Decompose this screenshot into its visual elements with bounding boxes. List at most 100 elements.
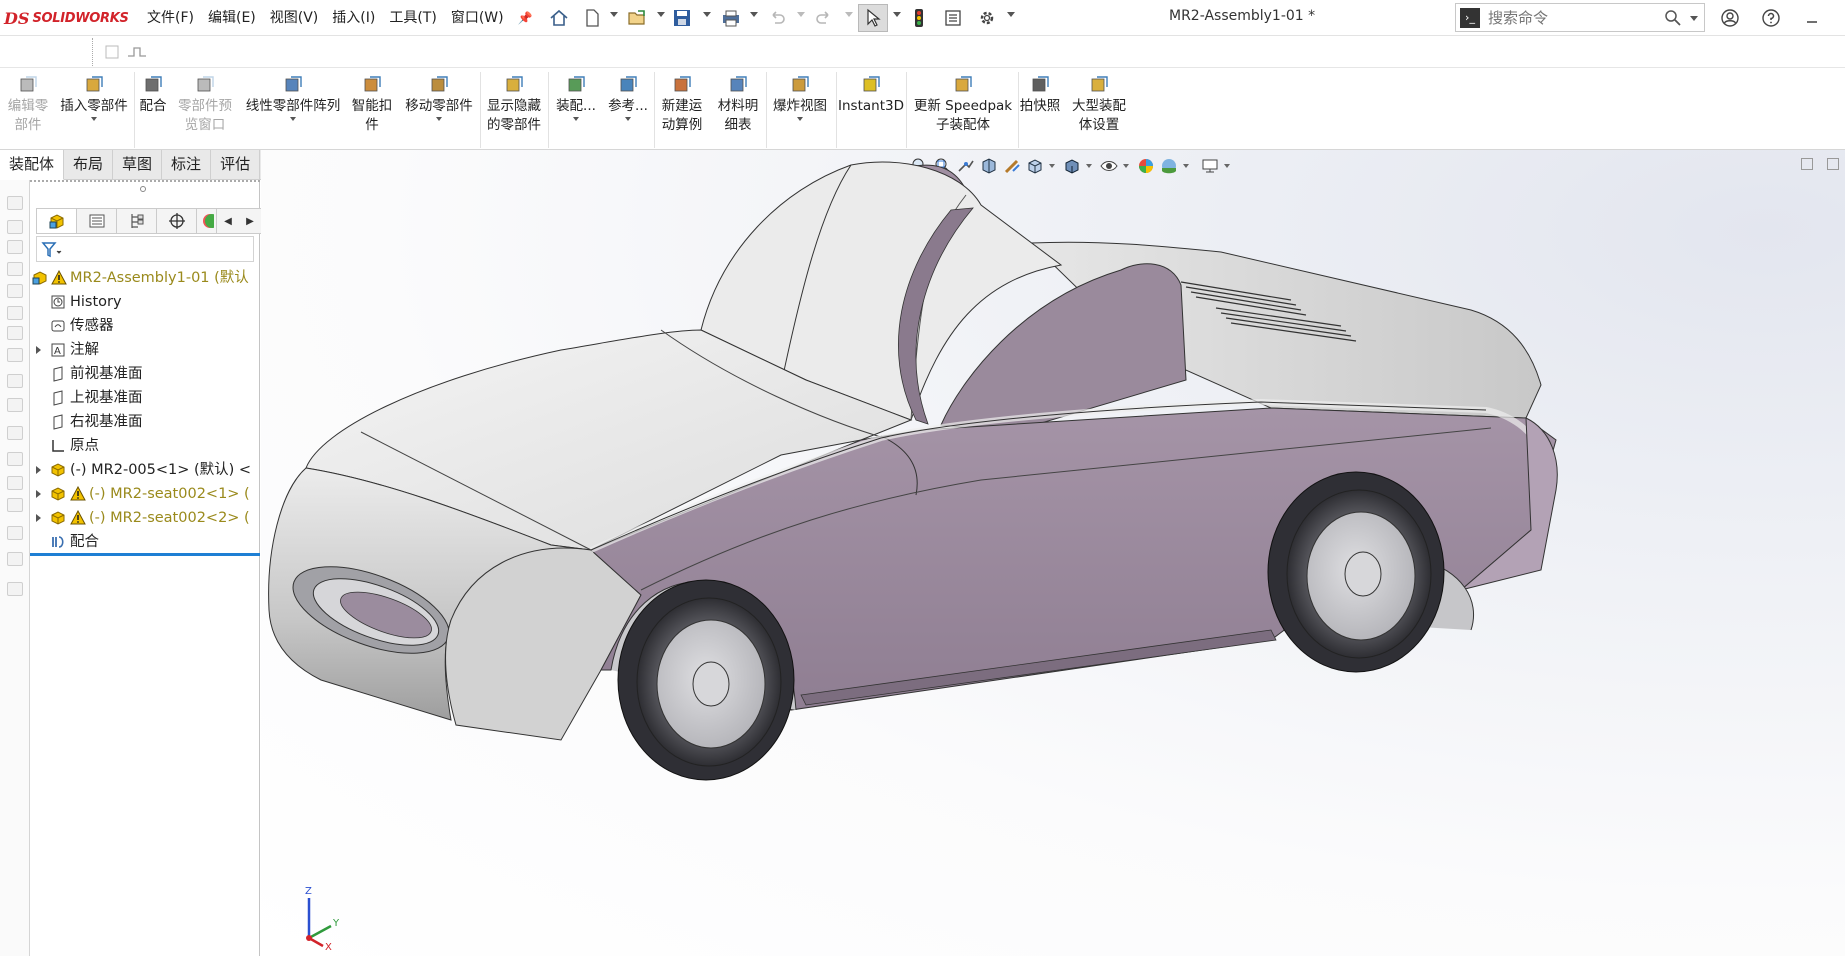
tab-3[interactable]: 标注 xyxy=(162,150,212,180)
print-button[interactable] xyxy=(718,4,744,32)
tabs-scroll-right[interactable]: ▶ xyxy=(239,209,261,233)
ribbon-button-bom[interactable]: 材料明 细表 xyxy=(712,74,764,135)
open-dropdown-caret[interactable] xyxy=(657,12,665,17)
tab-1[interactable]: 布局 xyxy=(64,150,114,180)
print-dropdown-caret[interactable] xyxy=(750,12,758,17)
ribbon-dropdown-caret[interactable] xyxy=(797,117,803,121)
tree-item[interactable]: 右视基准面 xyxy=(30,410,260,434)
ribbon-button-instant3d[interactable]: Instant3D xyxy=(838,74,904,116)
home-button[interactable] xyxy=(547,4,571,32)
sketch-tool-icon[interactable] xyxy=(7,220,23,234)
tab-dimxpert-manager[interactable] xyxy=(157,209,197,233)
new-document-button[interactable] xyxy=(580,4,604,32)
rebuild-button[interactable] xyxy=(908,4,930,32)
tree-filter[interactable] xyxy=(36,236,254,262)
redo-button[interactable] xyxy=(813,4,835,32)
sketch-tool-icon[interactable] xyxy=(7,582,23,596)
ribbon-dropdown-caret[interactable] xyxy=(436,117,442,121)
expand-arrow-icon[interactable] xyxy=(36,514,41,522)
sketch-tool-icon[interactable] xyxy=(7,306,23,320)
ribbon-button-motion-study[interactable]: 新建运 动算例 xyxy=(656,74,708,135)
sketch-tool-icon[interactable] xyxy=(7,284,23,298)
ribbon-dropdown-caret[interactable] xyxy=(290,117,296,121)
search-input[interactable] xyxy=(1488,8,1668,27)
tree-item[interactable]: 上视基准面 xyxy=(30,386,260,410)
save-button[interactable] xyxy=(670,4,694,32)
tree-item[interactable]: 原点 xyxy=(30,434,260,458)
tab-property-manager[interactable] xyxy=(77,209,117,233)
ribbon-button-linear-pattern[interactable]: 线性零部件阵列 xyxy=(240,74,346,121)
tab-display-manager[interactable] xyxy=(197,209,217,233)
tabs-scroll-left[interactable]: ◀ xyxy=(217,209,239,233)
ribbon-button-mate[interactable]: 配合 xyxy=(137,74,169,116)
menu-item[interactable]: 文件(F) xyxy=(140,0,201,36)
save-dropdown-caret[interactable] xyxy=(703,12,711,17)
menu-item[interactable]: 窗口(W) xyxy=(444,0,511,36)
ribbon-button-exploded-view[interactable]: 爆炸视图 xyxy=(766,74,834,121)
sketch-tool-icon[interactable] xyxy=(7,398,23,412)
tree-item[interactable]: 前视基准面 xyxy=(30,362,260,386)
search-icon[interactable] xyxy=(1664,9,1682,27)
sketch-tool-icon[interactable] xyxy=(7,374,23,388)
open-button[interactable] xyxy=(624,4,650,32)
sketch-tool-icon[interactable] xyxy=(7,196,23,210)
select-dropdown-caret[interactable] xyxy=(893,12,901,17)
tree-item[interactable]: 配合 xyxy=(30,530,260,554)
tree-root[interactable]: MR2-Assembly1-01 (默认 xyxy=(30,266,260,290)
ribbon-button-component-preview[interactable]: 零部件预 览窗口 xyxy=(174,74,236,135)
search-dropdown-caret[interactable] xyxy=(1690,16,1698,21)
sketch-tool-icon[interactable] xyxy=(7,348,23,362)
tree-item[interactable]: A 注解 xyxy=(30,338,260,362)
tree-item[interactable]: (-) MR2-005<1> (默认) < xyxy=(30,458,260,482)
ribbon-button-move-component[interactable]: 移动零部件 xyxy=(400,74,478,121)
sketch-tool-icon[interactable] xyxy=(7,526,23,540)
graphics-area[interactable]: Z Y X xyxy=(261,150,1845,956)
expand-arrow-icon[interactable] xyxy=(36,490,41,498)
solidworks-logo[interactable]: DS SOLIDWORKS xyxy=(4,6,129,30)
ribbon-dropdown-caret[interactable] xyxy=(573,117,579,121)
panel-grip-handle[interactable] xyxy=(140,186,146,192)
menu-item[interactable]: 工具(T) xyxy=(382,0,443,36)
expand-arrow-icon[interactable] xyxy=(36,346,41,354)
tree-item[interactable]: (-) MR2-seat002<1> ( xyxy=(30,482,260,506)
ribbon-button-large-assembly[interactable]: 大型装配 体设置 xyxy=(1066,74,1132,135)
ribbon-button-smart-fasteners[interactable]: 智能扣 件 xyxy=(348,74,396,135)
ribbon-dropdown-caret[interactable] xyxy=(625,117,631,121)
file-properties-button[interactable] xyxy=(941,4,965,32)
sketch-tool-icon[interactable] xyxy=(7,262,23,276)
pin-menu-icon[interactable]: 📌 xyxy=(511,0,540,36)
sketch-tool-icon[interactable] xyxy=(7,452,23,466)
undo-button[interactable] xyxy=(766,4,788,32)
ribbon-button-edit-component[interactable]: 编辑零 部件 xyxy=(4,74,52,135)
tree-item[interactable]: 传感器 xyxy=(30,314,260,338)
help-button[interactable] xyxy=(1759,4,1783,32)
ribbon-button-insert-components[interactable]: 插入零部件 xyxy=(56,74,132,121)
sketch-tool-icon[interactable] xyxy=(7,498,23,512)
options-button[interactable] xyxy=(975,4,999,32)
tab-configuration-manager[interactable] xyxy=(117,209,157,233)
tab-2[interactable]: 草图 xyxy=(113,150,163,180)
tab-0[interactable]: 装配体 xyxy=(0,150,65,180)
ribbon-button-assembly-features[interactable]: 装配... xyxy=(552,74,600,121)
account-button[interactable] xyxy=(1718,4,1742,32)
ribbon-button-show-hidden[interactable]: 显示隐藏 的零部件 xyxy=(482,74,546,135)
undo-dropdown-caret[interactable] xyxy=(797,12,805,17)
ribbon-button-snapshot[interactable]: 拍快照 xyxy=(1016,74,1064,116)
tree-item[interactable]: (-) MR2-seat002<2> ( xyxy=(30,506,260,530)
menu-item[interactable]: 编辑(E) xyxy=(201,0,263,36)
tab-4[interactable]: 评估 xyxy=(211,150,261,180)
search-box[interactable]: ›_ xyxy=(1455,3,1705,32)
tree-item[interactable]: History xyxy=(30,290,260,314)
car-assembly-model[interactable] xyxy=(261,150,1845,956)
sketch-tool-icon[interactable] xyxy=(7,426,23,440)
menu-item[interactable]: 视图(V) xyxy=(263,0,326,36)
sketch-tool-icon[interactable] xyxy=(7,326,23,340)
ribbon-button-reference-geometry[interactable]: 参考... xyxy=(604,74,652,121)
sketch-tool-icon[interactable] xyxy=(7,552,23,566)
menu-item[interactable]: 插入(I) xyxy=(325,0,382,36)
sketch-tool-icon[interactable] xyxy=(7,476,23,490)
ribbon-dropdown-caret[interactable] xyxy=(91,117,97,121)
new-dropdown-caret[interactable] xyxy=(610,12,618,17)
redo-dropdown-caret[interactable] xyxy=(845,12,853,17)
expand-arrow-icon[interactable] xyxy=(36,466,41,474)
